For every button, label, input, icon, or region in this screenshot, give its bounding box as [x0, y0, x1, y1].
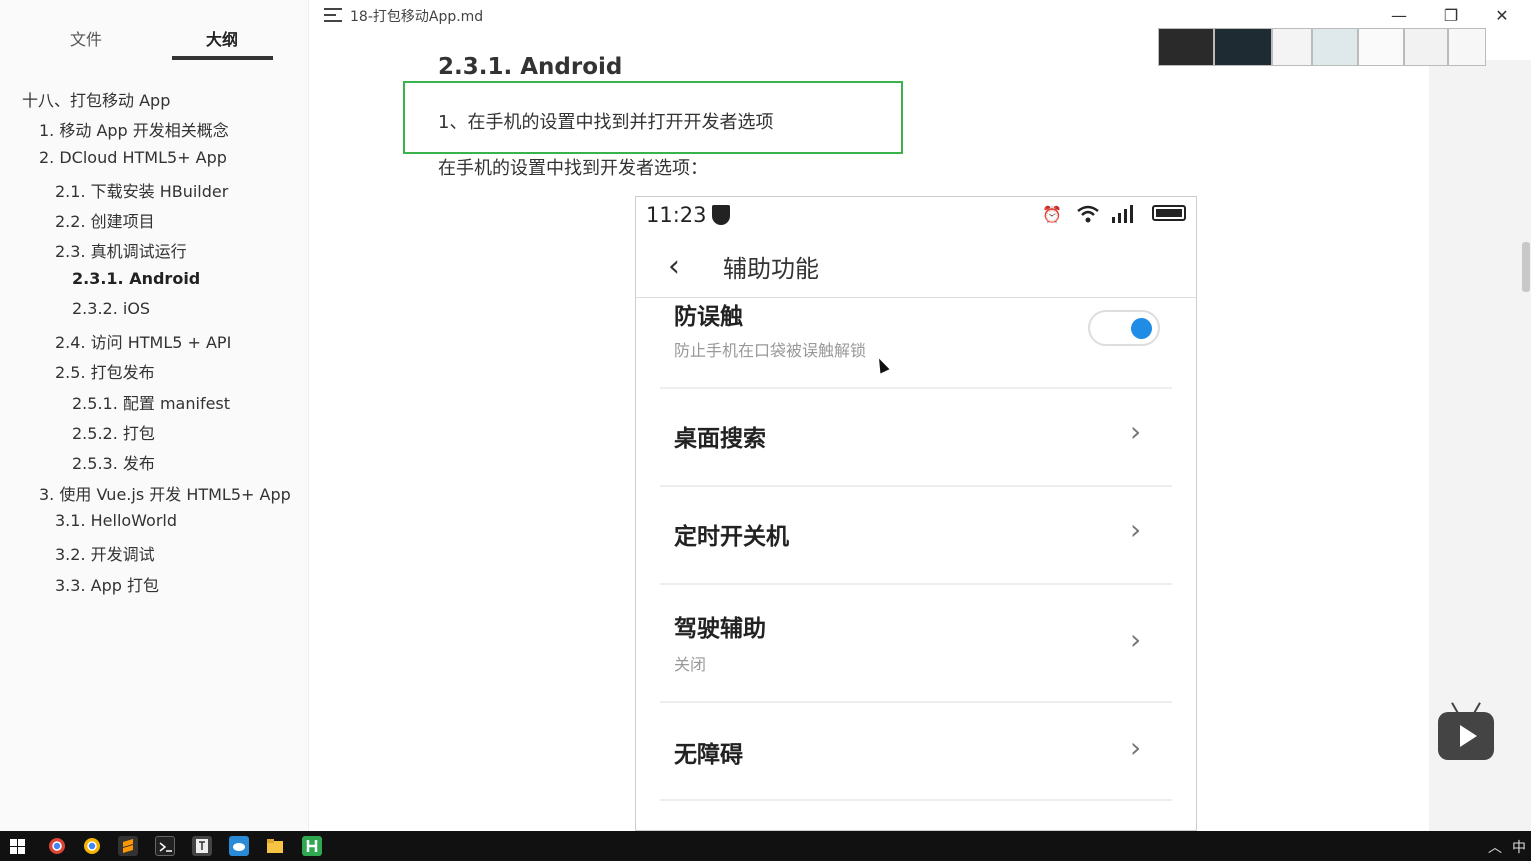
- setting-row-accessibility[interactable]: 无障碍 ›: [660, 731, 1172, 775]
- outline-item[interactable]: 3.3. App 打包: [55, 572, 159, 596]
- setting-title: 驾驶辅助: [674, 616, 766, 642]
- outline-item[interactable]: 2. DCloud HTML5+ App: [39, 148, 227, 167]
- tab-outline[interactable]: 大纲: [206, 26, 238, 50]
- active-tab-indicator: [172, 56, 273, 60]
- divider: [660, 387, 1172, 389]
- thumbnail[interactable]: [1404, 28, 1448, 66]
- outline-item[interactable]: 2.3.2. iOS: [72, 299, 150, 318]
- outline-item[interactable]: 2.5.2. 打包: [72, 420, 155, 444]
- paragraph: 在手机的设置中找到开发者选项：: [438, 158, 708, 179]
- hbuilder-icon[interactable]: [302, 836, 322, 856]
- thumbnail[interactable]: [1214, 28, 1272, 66]
- tab-files[interactable]: 文件: [70, 26, 102, 50]
- setting-row-driving-assist[interactable]: 驾驶辅助 关闭 ›: [660, 609, 1172, 679]
- chevron-right-icon: ›: [1130, 513, 1142, 546]
- editor-area: 18-打包移动App.md — ❐ ✕ 2.3.1. Android 1、在手机…: [310, 0, 1531, 831]
- outline-sidebar: 文件 大纲 十八、打包移动 App 1. 移动 App 开发相关概念 2. DC…: [0, 0, 309, 831]
- outline-item[interactable]: 十八、打包移动 App: [22, 87, 170, 111]
- taskbar: ︿ 中: [0, 831, 1531, 861]
- minimize-button[interactable]: —: [1388, 6, 1410, 26]
- video-player-icon[interactable]: [1438, 712, 1494, 760]
- step-text: 1、在手机的设置中找到并打开开发者选项: [438, 112, 774, 133]
- setting-row-scheduled-power[interactable]: 定时开关机 ›: [660, 513, 1172, 557]
- outline-item[interactable]: 1. 移动 App 开发相关概念: [39, 117, 229, 141]
- ime-indicator[interactable]: 中: [1512, 837, 1526, 857]
- anti-mistouch-toggle[interactable]: [1088, 310, 1160, 346]
- section-heading: 2.3.1. Android: [438, 54, 623, 80]
- outline-item[interactable]: 2.2. 创建项目: [55, 208, 155, 232]
- setting-row-desktop-search[interactable]: 桌面搜索 ›: [660, 415, 1172, 459]
- restore-button[interactable]: ❐: [1440, 6, 1462, 26]
- tray-chevron-icon[interactable]: ︿: [1488, 837, 1502, 857]
- setting-subtitle: 关闭: [674, 655, 707, 674]
- document-title: 18-打包移动App.md: [350, 9, 484, 25]
- phone-screenshot: 11:23 ⏰ ‹ 辅助功能 防误触 防止手机在口袋被误触解锁 桌面搜索 › 定…: [635, 196, 1197, 831]
- sublime-text-icon[interactable]: [118, 836, 138, 856]
- phone-header-title: 辅助功能: [723, 255, 819, 283]
- outline-item[interactable]: 3.1. HelloWorld: [55, 511, 177, 530]
- outline-item[interactable]: 2.4. 访问 HTML5 + API: [55, 329, 231, 353]
- thumbnail[interactable]: [1158, 28, 1214, 66]
- file-explorer-icon[interactable]: [265, 836, 285, 856]
- signal-icon: [1110, 205, 1138, 227]
- battery-icon: [1152, 205, 1186, 221]
- typora-icon[interactable]: [192, 836, 212, 856]
- thumbnail[interactable]: [1448, 28, 1486, 66]
- outline-item[interactable]: 2.5.1. 配置 manifest: [72, 390, 230, 414]
- divider: [660, 583, 1172, 585]
- thumbnail[interactable]: [1312, 28, 1358, 66]
- scrollbar-thumb[interactable]: [1522, 242, 1530, 292]
- thumbnail[interactable]: [1358, 28, 1404, 66]
- close-button[interactable]: ✕: [1491, 6, 1513, 26]
- back-arrow-icon[interactable]: ‹: [668, 249, 680, 284]
- play-icon: [1460, 725, 1477, 747]
- menu-icon[interactable]: [324, 8, 342, 22]
- setting-title: 定时开关机: [674, 524, 789, 550]
- chevron-right-icon: ›: [1130, 415, 1142, 448]
- divider: [660, 485, 1172, 487]
- setting-title: 桌面搜索: [674, 426, 766, 452]
- sidebar-tabs: 文件 大纲: [0, 0, 309, 62]
- terminal-icon[interactable]: [155, 836, 175, 856]
- thumbnail[interactable]: [1272, 28, 1312, 66]
- chevron-right-icon: ›: [1130, 623, 1142, 656]
- outline-item[interactable]: 2.1. 下载安装 HBuilder: [55, 178, 228, 202]
- setting-title: 防误触: [674, 304, 743, 330]
- outline-item[interactable]: 3.2. 开发调试: [55, 541, 155, 565]
- wifi-icon: [1076, 205, 1100, 227]
- chrome-icon[interactable]: [82, 836, 102, 856]
- divider: [660, 799, 1172, 801]
- alarm-icon: ⏰: [1042, 205, 1062, 224]
- setting-title: 无障碍: [674, 742, 743, 768]
- outline-item[interactable]: 2.3. 真机调试运行: [55, 238, 187, 262]
- phone-clock: 11:23: [646, 203, 707, 227]
- divider: [660, 701, 1172, 703]
- chrome-icon[interactable]: [47, 836, 67, 856]
- chevron-right-icon: ›: [1130, 731, 1142, 764]
- outline-item[interactable]: 3. 使用 Vue.js 开发 HTML5+ App: [39, 481, 291, 505]
- shield-icon: [712, 205, 730, 225]
- windows-start-icon[interactable]: [10, 839, 26, 855]
- toggle-knob: [1131, 318, 1152, 339]
- setting-subtitle: 防止手机在口袋被误触解锁: [674, 341, 867, 360]
- outline-item[interactable]: 2.5.3. 发布: [72, 450, 155, 474]
- outline-item[interactable]: 2.5. 打包发布: [55, 359, 155, 383]
- window-thumbnails: [1158, 28, 1488, 68]
- outline-item-active[interactable]: 2.3.1. Android: [72, 269, 200, 288]
- cloud-drive-icon[interactable]: [229, 836, 249, 856]
